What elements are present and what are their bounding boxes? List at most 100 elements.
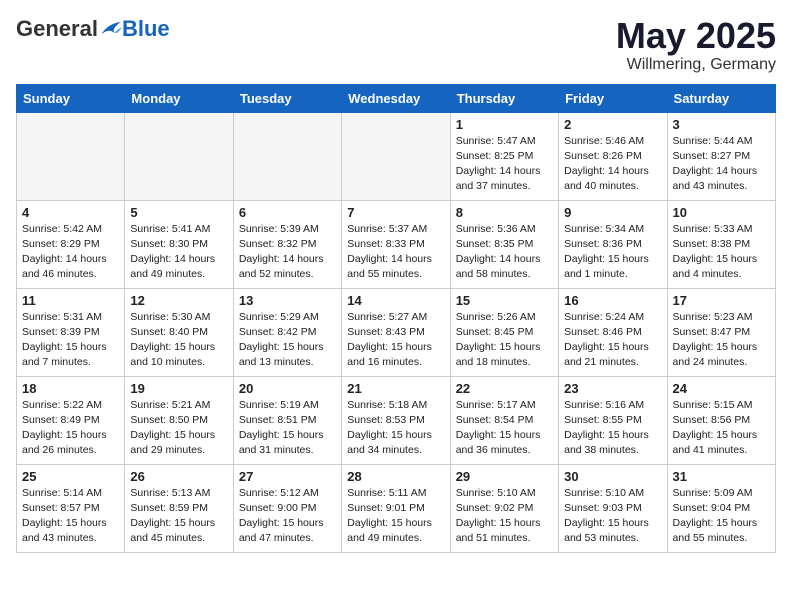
day-info: Sunrise: 5:10 AMSunset: 9:02 PMDaylight:… bbox=[456, 486, 553, 547]
day-number: 27 bbox=[239, 469, 336, 484]
day-info: Sunrise: 5:46 AMSunset: 8:26 PMDaylight:… bbox=[564, 134, 661, 195]
day-info: Sunrise: 5:19 AMSunset: 8:51 PMDaylight:… bbox=[239, 398, 336, 459]
day-number: 24 bbox=[673, 381, 770, 396]
page-header: General Blue May 2025 Willmering, German… bbox=[16, 16, 776, 74]
day-number: 25 bbox=[22, 469, 119, 484]
day-info: Sunrise: 5:22 AMSunset: 8:49 PMDaylight:… bbox=[22, 398, 119, 459]
calendar-cell: 19Sunrise: 5:21 AMSunset: 8:50 PMDayligh… bbox=[125, 376, 233, 464]
day-info: Sunrise: 5:41 AMSunset: 8:30 PMDaylight:… bbox=[130, 222, 227, 283]
day-number: 29 bbox=[456, 469, 553, 484]
calendar-cell: 15 Sunrise: 5:26 AMSunset: 8:45 PMDayligh… bbox=[450, 288, 558, 376]
calendar-cell: 22 Sunrise: 5:17 AMSunset: 8:54 PMDayligh… bbox=[450, 376, 558, 464]
day-info: Sunrise: 5:15 AMSunset: 8:56 PMDaylight:… bbox=[673, 398, 770, 459]
day-number: 7 bbox=[347, 205, 444, 220]
calendar-cell: 13 Sunrise: 5:29 AMSunset: 8:42 PMDayligh… bbox=[233, 288, 341, 376]
day-info: Sunrise: 5:26 AMSunset: 8:45 PMDaylight:… bbox=[456, 310, 553, 371]
day-info: Sunrise: 5:33 AMSunset: 8:38 PMDaylight:… bbox=[673, 222, 770, 283]
day-number: 15 bbox=[456, 293, 553, 308]
calendar-cell: 10 Sunrise: 5:33 AMSunset: 8:38 PMDayligh… bbox=[667, 200, 775, 288]
day-number: 5 bbox=[130, 205, 227, 220]
day-number: 18 bbox=[22, 381, 119, 396]
day-info: Sunrise: 5:44 AMSunset: 8:27 PMDaylight:… bbox=[673, 134, 770, 195]
calendar-cell: 6 Sunrise: 5:39 AMSunset: 8:32 PMDaylight… bbox=[233, 200, 341, 288]
day-info: Sunrise: 5:47 AMSunset: 8:25 PMDaylight:… bbox=[456, 134, 553, 195]
week-row-5: 25 Sunrise: 5:14 AMSunset: 8:57 PMDayligh… bbox=[17, 464, 776, 552]
day-number: 14 bbox=[347, 293, 444, 308]
calendar-cell: 11 Sunrise: 5:31 AMSunset: 8:39 PMDayligh… bbox=[17, 288, 125, 376]
day-info: Sunrise: 5:30 AMSunset: 8:40 PMDaylight:… bbox=[130, 310, 227, 371]
calendar-cell bbox=[125, 112, 233, 200]
day-info: Sunrise: 5:42 AMSunset: 8:29 PMDaylight:… bbox=[22, 222, 119, 283]
calendar-cell: 24 Sunrise: 5:15 AMSunset: 8:56 PMDayligh… bbox=[667, 376, 775, 464]
day-info: Sunrise: 5:34 AMSunset: 8:36 PMDaylight:… bbox=[564, 222, 661, 283]
calendar-cell: 31 Sunrise: 5:09 AMSunset: 9:04 PMDayligh… bbox=[667, 464, 775, 552]
calendar-cell: 23 Sunrise: 5:16 AMSunset: 8:55 PMDayligh… bbox=[559, 376, 667, 464]
day-number: 10 bbox=[673, 205, 770, 220]
weekday-header-thursday: Thursday bbox=[450, 84, 558, 112]
day-info: Sunrise: 5:18 AMSunset: 8:53 PMDaylight:… bbox=[347, 398, 444, 459]
day-info: Sunrise: 5:24 AMSunset: 8:46 PMDaylight:… bbox=[564, 310, 661, 371]
day-number: 19 bbox=[130, 381, 227, 396]
calendar-cell: 17 Sunrise: 5:23 AMSunset: 8:47 PMDayligh… bbox=[667, 288, 775, 376]
calendar-cell: 27 Sunrise: 5:12 AMSunset: 9:00 PMDayligh… bbox=[233, 464, 341, 552]
weekday-header-sunday: Sunday bbox=[17, 84, 125, 112]
day-info: Sunrise: 5:11 AMSunset: 9:01 PMDaylight:… bbox=[347, 486, 444, 547]
logo-bird-icon bbox=[100, 20, 122, 38]
day-info: Sunrise: 5:17 AMSunset: 8:54 PMDaylight:… bbox=[456, 398, 553, 459]
day-info: Sunrise: 5:27 AMSunset: 8:43 PMDaylight:… bbox=[347, 310, 444, 371]
day-number: 9 bbox=[564, 205, 661, 220]
day-info: Sunrise: 5:23 AMSunset: 8:47 PMDaylight:… bbox=[673, 310, 770, 371]
day-info: Sunrise: 5:16 AMSunset: 8:55 PMDaylight:… bbox=[564, 398, 661, 459]
calendar-cell: 21Sunrise: 5:18 AMSunset: 8:53 PMDayligh… bbox=[342, 376, 450, 464]
calendar-table: SundayMondayTuesdayWednesdayThursdayFrid… bbox=[16, 84, 776, 553]
weekday-header-wednesday: Wednesday bbox=[342, 84, 450, 112]
calendar-cell: 20 Sunrise: 5:19 AMSunset: 8:51 PMDayligh… bbox=[233, 376, 341, 464]
calendar-cell: 28Sunrise: 5:11 AMSunset: 9:01 PMDayligh… bbox=[342, 464, 450, 552]
calendar-cell: 1 Sunrise: 5:47 AMSunset: 8:25 PMDaylight… bbox=[450, 112, 558, 200]
day-info: Sunrise: 5:36 AMSunset: 8:35 PMDaylight:… bbox=[456, 222, 553, 283]
day-number: 2 bbox=[564, 117, 661, 132]
day-number: 1 bbox=[456, 117, 553, 132]
week-row-1: 1 Sunrise: 5:47 AMSunset: 8:25 PMDaylight… bbox=[17, 112, 776, 200]
calendar-cell: 29 Sunrise: 5:10 AMSunset: 9:02 PMDayligh… bbox=[450, 464, 558, 552]
day-info: Sunrise: 5:12 AMSunset: 9:00 PMDaylight:… bbox=[239, 486, 336, 547]
week-row-3: 11 Sunrise: 5:31 AMSunset: 8:39 PMDayligh… bbox=[17, 288, 776, 376]
calendar-cell: 26 Sunrise: 5:13 AMSunset: 8:59 PMDayligh… bbox=[125, 464, 233, 552]
calendar-cell: 14 Sunrise: 5:27 AMSunset: 8:43 PMDayligh… bbox=[342, 288, 450, 376]
weekday-header-tuesday: Tuesday bbox=[233, 84, 341, 112]
day-number: 4 bbox=[22, 205, 119, 220]
logo-blue-text: Blue bbox=[122, 16, 170, 42]
weekday-header-friday: Friday bbox=[559, 84, 667, 112]
day-info: Sunrise: 5:37 AMSunset: 8:33 PMDaylight:… bbox=[347, 222, 444, 283]
day-info: Sunrise: 5:31 AMSunset: 8:39 PMDaylight:… bbox=[22, 310, 119, 371]
location-subtitle: Willmering, Germany bbox=[616, 56, 776, 74]
calendar-cell: 2 Sunrise: 5:46 AMSunset: 8:26 PMDaylight… bbox=[559, 112, 667, 200]
day-info: Sunrise: 5:09 AMSunset: 9:04 PMDaylight:… bbox=[673, 486, 770, 547]
logo: General Blue bbox=[16, 16, 170, 42]
day-number: 13 bbox=[239, 293, 336, 308]
day-number: 23 bbox=[564, 381, 661, 396]
calendar-cell: 25 Sunrise: 5:14 AMSunset: 8:57 PMDayligh… bbox=[17, 464, 125, 552]
calendar-cell: 9 Sunrise: 5:34 AMSunset: 8:36 PMDaylight… bbox=[559, 200, 667, 288]
day-number: 6 bbox=[239, 205, 336, 220]
calendar-cell: 12 Sunrise: 5:30 AMSunset: 8:40 PMDayligh… bbox=[125, 288, 233, 376]
day-info: Sunrise: 5:39 AMSunset: 8:32 PMDaylight:… bbox=[239, 222, 336, 283]
calendar-cell bbox=[233, 112, 341, 200]
day-info: Sunrise: 5:29 AMSunset: 8:42 PMDaylight:… bbox=[239, 310, 336, 371]
day-number: 22 bbox=[456, 381, 553, 396]
month-year-title: May 2025 bbox=[616, 16, 776, 56]
day-info: Sunrise: 5:13 AMSunset: 8:59 PMDaylight:… bbox=[130, 486, 227, 547]
day-info: Sunrise: 5:14 AMSunset: 8:57 PMDaylight:… bbox=[22, 486, 119, 547]
day-number: 17 bbox=[673, 293, 770, 308]
day-info: Sunrise: 5:10 AMSunset: 9:03 PMDaylight:… bbox=[564, 486, 661, 547]
day-number: 31 bbox=[673, 469, 770, 484]
weekday-header-monday: Monday bbox=[125, 84, 233, 112]
calendar-cell bbox=[17, 112, 125, 200]
day-number: 20 bbox=[239, 381, 336, 396]
day-number: 11 bbox=[22, 293, 119, 308]
day-number: 30 bbox=[564, 469, 661, 484]
calendar-cell bbox=[342, 112, 450, 200]
day-number: 16 bbox=[564, 293, 661, 308]
day-number: 12 bbox=[130, 293, 227, 308]
day-number: 26 bbox=[130, 469, 227, 484]
